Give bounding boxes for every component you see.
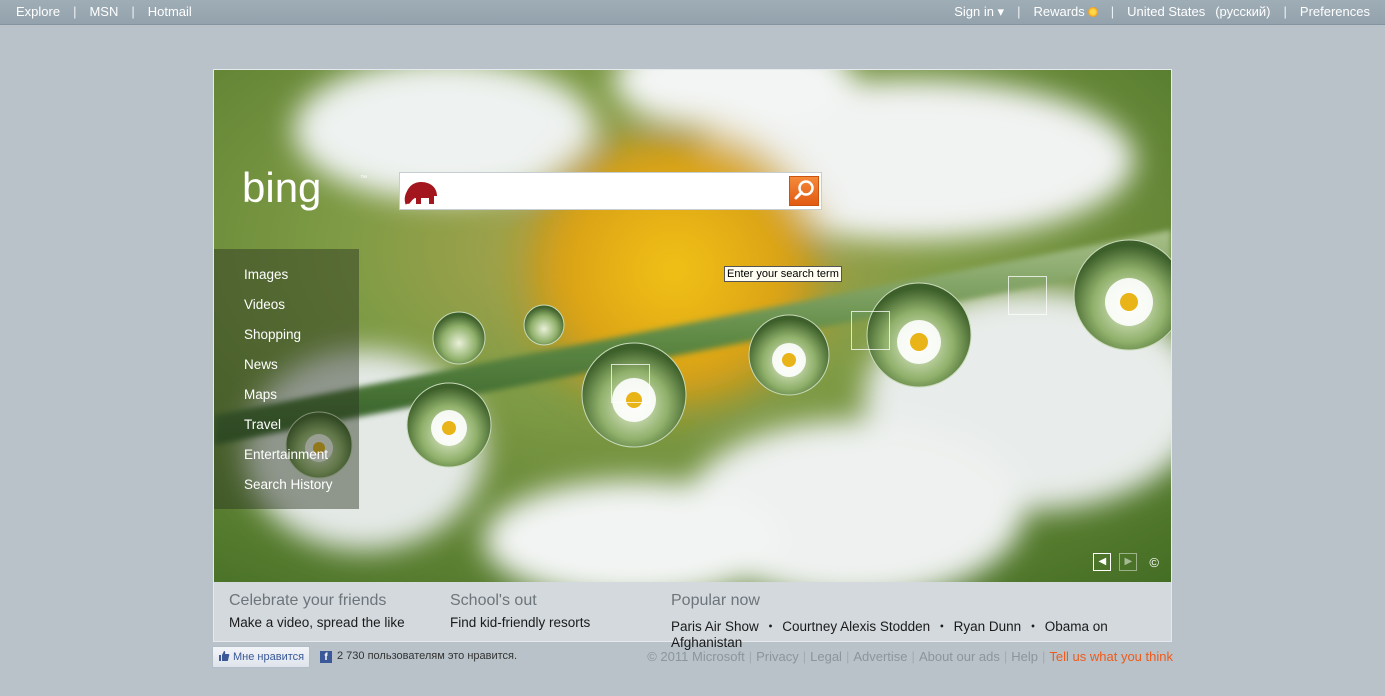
region-link[interactable]: United States — [1127, 0, 1205, 24]
help-link[interactable]: Help — [1011, 649, 1038, 664]
top-bar-left-links: Explore | MSN | Hotmail — [16, 0, 192, 24]
elephant-addon-icon[interactable] — [401, 174, 441, 208]
popular-item[interactable]: Paris Air Show — [671, 619, 759, 634]
facebook-like-button[interactable]: Мне нравится — [212, 646, 311, 668]
image-hotspot[interactable] — [851, 311, 890, 350]
popular-item[interactable]: Ryan Dunn — [954, 619, 1022, 634]
facebook-icon: f — [320, 651, 332, 663]
nav-videos[interactable]: Videos — [214, 290, 359, 320]
hotmail-link[interactable]: Hotmail — [148, 0, 192, 24]
search-box — [399, 172, 822, 210]
divider: | — [73, 4, 77, 19]
preferences-link[interactable]: Preferences — [1300, 0, 1370, 24]
nav-shopping[interactable]: Shopping — [214, 320, 359, 350]
popular-now-title[interactable]: Popular now — [671, 592, 1171, 610]
divider: | — [1283, 4, 1287, 19]
svg-text:™: ™ — [360, 175, 367, 182]
rewards-link[interactable]: Rewards — [1033, 0, 1098, 24]
legal-link[interactable]: Legal — [810, 649, 842, 664]
image-hotspot[interactable] — [611, 364, 650, 403]
divider: | — [845, 649, 850, 664]
top-bar: Explore | MSN | Hotmail Sign in ▾ | Rewa… — [0, 0, 1385, 25]
divider: | — [131, 4, 135, 19]
facebook-count-text: 2 730 пользователям это нравится. — [337, 650, 518, 662]
nav-images[interactable]: Images — [214, 260, 359, 290]
popular-separator: ・ — [935, 619, 949, 634]
nav-travel[interactable]: Travel — [214, 410, 359, 440]
nav-search-history[interactable]: Search History — [214, 470, 359, 500]
sign-in-link[interactable]: Sign in ▾ — [954, 0, 1004, 24]
divider: | — [1110, 4, 1115, 19]
search-input[interactable] — [440, 173, 784, 209]
rewards-medal-icon — [1087, 7, 1098, 17]
privacy-link[interactable]: Privacy — [756, 649, 799, 664]
popular-separator: ・ — [763, 619, 778, 634]
top-bar-right-links: Sign in ▾ | Rewards | United States (рус… — [954, 0, 1370, 24]
popular-now-list: Paris Air Show ・ Courtney Alexis Stodden ・ R… — [671, 615, 1171, 650]
divider: | — [748, 649, 753, 664]
facebook-like-label: Мне нравится — [233, 651, 305, 663]
promo-link[interactable]: Make a video, spread the like — [229, 615, 405, 630]
previous-image-button[interactable]: ◀ — [1093, 553, 1112, 571]
promo-item: Celebrate your friends Make a video, spr… — [229, 592, 405, 630]
svg-text:bing: bing — [242, 168, 321, 211]
next-image-button[interactable]: ▶ — [1119, 553, 1138, 571]
search-button[interactable] — [789, 176, 819, 206]
about-our-ads-link[interactable]: About our ads — [919, 649, 1000, 664]
language-link[interactable]: (русский) — [1215, 0, 1270, 24]
popular-item[interactable]: Courtney Alexis Stodden — [782, 619, 930, 634]
image-hotspot[interactable] — [1008, 276, 1047, 315]
divider: | — [802, 649, 807, 664]
promo-link[interactable]: Find kid-friendly resorts — [450, 615, 590, 630]
nav-maps[interactable]: Maps — [214, 380, 359, 410]
vertical-nav: Images Videos Shopping News Maps Travel … — [214, 249, 359, 509]
copyright-text: © 2011 Microsoft — [647, 649, 745, 664]
image-controls: ◀ ▶ © — [1093, 553, 1159, 571]
divider: | — [1003, 649, 1008, 664]
msn-link[interactable]: MSN — [89, 0, 118, 24]
divider: | — [1042, 649, 1046, 664]
divider: | — [911, 649, 915, 664]
image-copyright-icon[interactable]: © — [1149, 555, 1159, 570]
search-tooltip: Enter your search term — [724, 266, 842, 282]
divider: | — [1017, 4, 1021, 19]
promo-title[interactable]: Celebrate your friends — [229, 592, 405, 610]
promo-strip: Celebrate your friends Make a video, spr… — [213, 582, 1172, 650]
promo-item: School's out Find kid-friendly resorts — [450, 592, 590, 630]
bing-logo[interactable]: bing ™ — [242, 168, 372, 220]
facebook-like-count: f 2 730 пользователям это нравится. — [320, 650, 517, 663]
explore-link[interactable]: Explore — [16, 0, 60, 24]
promo-title[interactable]: School's out — [450, 592, 590, 610]
advertise-link[interactable]: Advertise — [853, 649, 907, 664]
search-icon — [794, 180, 814, 200]
nav-entertainment[interactable]: Entertainment — [214, 440, 359, 470]
rewards-label: Rewards — [1033, 4, 1085, 19]
footer-links: © 2011 Microsoft | Privacy | Legal | Advertise… — [647, 649, 1173, 664]
homepage-image: bing ™ Enter your search term Images Vid… — [213, 69, 1172, 583]
popular-separator: ・ — [1026, 619, 1040, 634]
feedback-link[interactable]: Tell us what you think — [1049, 649, 1173, 664]
popular-now: Popular now Paris Air Show ・ Courtney Alex… — [671, 592, 1171, 650]
nav-news[interactable]: News — [214, 350, 359, 380]
thumbs-up-icon — [219, 651, 230, 661]
